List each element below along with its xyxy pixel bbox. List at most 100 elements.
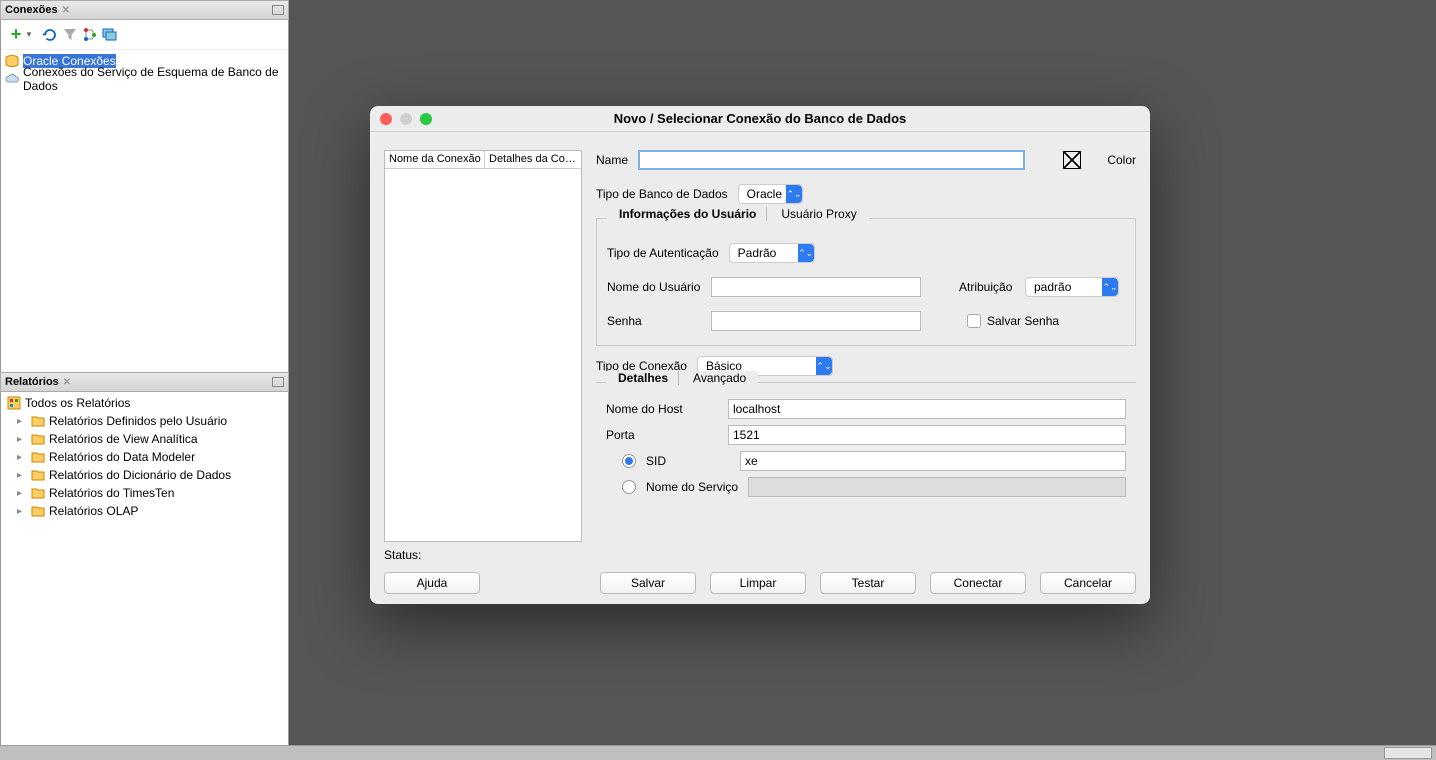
tree-item-label: Conexões do Serviço de Esquema de Banco …	[23, 65, 286, 93]
select-arrow-icon: ⌃⌄	[798, 244, 814, 262]
tree-item-report[interactable]: ▸ Relatórios do Dicionário de Dados	[3, 466, 286, 484]
attribution-select[interactable]: padrão ⌃⌄	[1025, 277, 1119, 297]
connect-button[interactable]: Conectar	[930, 572, 1026, 594]
window-zoom-icon[interactable]	[420, 113, 432, 125]
status-label: Status:	[384, 548, 421, 562]
sid-label: SID	[646, 454, 730, 468]
connection-list[interactable]: Nome da Conexão Detalhes da Con...	[384, 150, 582, 542]
conn-tabs: Detalhes Avançado	[606, 371, 758, 385]
port-input[interactable]	[728, 425, 1126, 445]
save-password-label: Salvar Senha	[987, 314, 1059, 328]
folder-icon	[31, 451, 45, 463]
service-radio[interactable]	[622, 480, 636, 494]
window-close-icon[interactable]	[380, 113, 392, 125]
name-input[interactable]	[638, 150, 1025, 170]
connections-tree: Oracle Conexões Conexões do Serviço de E…	[1, 50, 288, 90]
tree-item-report[interactable]: ▸ Relatórios do Data Modeler	[3, 448, 286, 466]
expand-arrow-icon[interactable]: ▸	[17, 434, 27, 445]
dialog-body: Nome da Conexão Detalhes da Con... Name …	[384, 142, 1136, 562]
username-label: Nome do Usuário	[607, 280, 701, 294]
username-input[interactable]	[711, 277, 921, 297]
maximize-icon[interactable]	[272, 5, 284, 15]
host-label: Nome do Host	[606, 402, 718, 416]
select-arrow-icon: ⌃⌄	[816, 357, 832, 375]
cancel-button[interactable]: Cancelar	[1040, 572, 1136, 594]
new-dropdown-arrow-icon[interactable]: ▼	[25, 30, 33, 39]
reports-panel-body: Todos os Relatórios ▸ Relatórios Definid…	[0, 392, 289, 759]
close-icon[interactable]: ✕	[63, 377, 71, 388]
maximize-icon[interactable]	[272, 377, 284, 387]
tab-details[interactable]: Detalhes	[608, 371, 679, 385]
connections-panel: Conexões ✕ + ▼	[0, 0, 289, 392]
host-input[interactable]	[728, 399, 1126, 419]
statusbar-slot	[1384, 747, 1432, 759]
new-connection-icon[interactable]: +	[7, 26, 25, 44]
tree-item-cloud-connections[interactable]: Conexões do Serviço de Esquema de Banco …	[3, 70, 286, 88]
name-label: Name	[596, 153, 628, 167]
attribution-label: Atribuição	[959, 280, 1015, 294]
auth-type-select[interactable]: Padrão ⌃⌄	[729, 243, 815, 263]
folder-icon	[31, 505, 45, 517]
expand-arrow-icon[interactable]: ▸	[17, 506, 27, 517]
tree-item-label: Relatórios de View Analítica	[49, 432, 198, 446]
password-label: Senha	[607, 314, 701, 328]
password-input[interactable]	[711, 311, 921, 331]
sid-input[interactable]	[740, 451, 1126, 471]
connections-toolbar: + ▼	[1, 20, 288, 50]
dialog-title: Novo / Selecionar Conexão do Banco de Da…	[614, 111, 907, 126]
column-details[interactable]: Detalhes da Con...	[485, 151, 581, 168]
column-name[interactable]: Nome da Conexão	[385, 151, 485, 168]
auth-type-label: Tipo de Autenticação	[607, 246, 719, 260]
sid-radio[interactable]	[622, 454, 636, 468]
expand-arrow-icon[interactable]: ▸	[17, 470, 27, 481]
expand-arrow-icon[interactable]: ▸	[17, 488, 27, 499]
color-swatch[interactable]	[1063, 151, 1081, 169]
database-icon	[5, 55, 19, 67]
connections-panel-title: Conexões	[5, 4, 58, 16]
reports-panel-title: Relatórios	[5, 376, 59, 388]
folder-icon	[31, 487, 45, 499]
refresh-icon[interactable]	[41, 26, 59, 44]
service-input	[748, 477, 1126, 497]
test-button[interactable]: Testar	[820, 572, 916, 594]
folder-icon	[31, 415, 45, 427]
tree-item-label: Relatórios OLAP	[49, 504, 138, 518]
connections-panel-body: + ▼	[0, 20, 289, 392]
folders-icon[interactable]	[101, 26, 119, 44]
close-icon[interactable]: ✕	[62, 5, 70, 16]
tab-proxy-user[interactable]: Usuário Proxy	[771, 207, 866, 221]
statusbar	[0, 745, 1436, 760]
expand-arrow-icon[interactable]: ▸	[17, 416, 27, 427]
tab-user-info[interactable]: Informações do Usuário	[609, 207, 767, 221]
service-label: Nome do Serviço	[646, 480, 738, 494]
dialog-buttons: Ajuda Salvar Limpar Testar Conectar Canc…	[384, 572, 1136, 594]
save-password-checkbox[interactable]	[967, 314, 981, 328]
attribution-value: padrão	[1034, 280, 1071, 294]
select-arrow-icon: ⌃⌄	[1102, 278, 1118, 296]
tree-item-report[interactable]: ▸ Relatórios Definidos pelo Usuário	[3, 412, 286, 430]
save-button[interactable]: Salvar	[600, 572, 696, 594]
filter-icon[interactable]	[61, 26, 79, 44]
db-type-value: Oracle	[747, 187, 782, 201]
reports-tree: Todos os Relatórios ▸ Relatórios Definid…	[1, 392, 288, 522]
conn-details-section: Detalhes Avançado Nome do Host Porta SID	[596, 382, 1136, 507]
folder-icon	[31, 433, 45, 445]
tns-icon[interactable]	[81, 26, 99, 44]
clear-button[interactable]: Limpar	[710, 572, 806, 594]
expand-arrow-icon[interactable]: ▸	[17, 452, 27, 463]
tab-advanced[interactable]: Avançado	[683, 371, 756, 385]
reports-panel-header[interactable]: Relatórios ✕	[0, 372, 289, 392]
tree-item-all-reports[interactable]: Todos os Relatórios	[3, 394, 286, 412]
tree-item-report[interactable]: ▸ Relatórios de View Analítica	[3, 430, 286, 448]
color-label: Color	[1107, 153, 1136, 167]
tree-item-report[interactable]: ▸ Relatórios do TimesTen	[3, 484, 286, 502]
connection-list-header: Nome da Conexão Detalhes da Con...	[385, 151, 581, 169]
window-minimize-icon[interactable]	[400, 113, 412, 125]
help-button[interactable]: Ajuda	[384, 572, 480, 594]
port-label: Porta	[606, 428, 718, 442]
connection-form: Name Color Tipo de Banco de Dados Oracle…	[596, 150, 1136, 507]
dialog-titlebar[interactable]: Novo / Selecionar Conexão do Banco de Da…	[370, 106, 1150, 132]
tree-item-report[interactable]: ▸ Relatórios OLAP	[3, 502, 286, 520]
connections-panel-header[interactable]: Conexões ✕	[0, 0, 289, 20]
db-type-select[interactable]: Oracle ⌃⌄	[738, 184, 803, 204]
